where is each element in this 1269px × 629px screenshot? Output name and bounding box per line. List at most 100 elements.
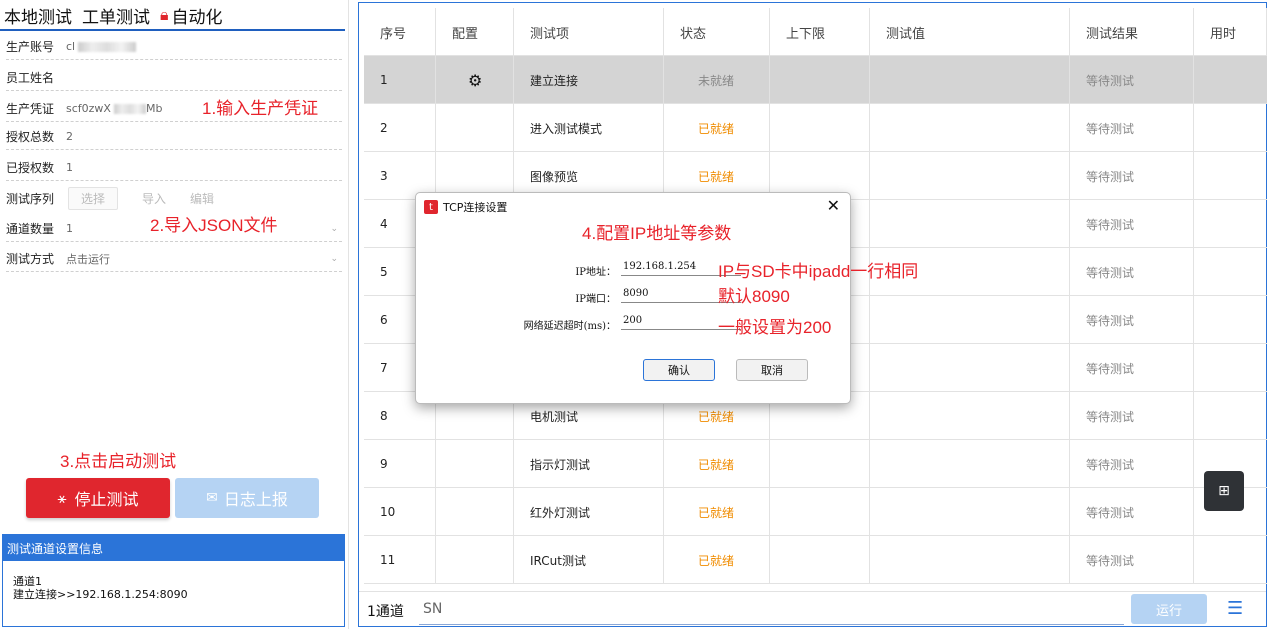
- time-cell: [1194, 104, 1267, 152]
- column-header[interactable]: 状态: [664, 8, 770, 56]
- row-number: 11: [364, 536, 436, 584]
- column-header[interactable]: 测试值: [870, 8, 1070, 56]
- chevron-down-icon[interactable]: ⌄: [330, 254, 338, 264]
- channel-label: 1通道: [367, 604, 404, 620]
- result-cell: 等待测试: [1070, 296, 1194, 344]
- tcp-settings-dialog: t TCP连接设置 ✕ 4.配置IP地址等参数 IP地址： 192.168.1.…: [415, 192, 918, 404]
- channels-select[interactable]: 1: [66, 222, 73, 235]
- select-sequence-button[interactable]: 选择: [68, 186, 119, 210]
- tab-work-order-test[interactable]: 工单测试: [82, 3, 150, 28]
- chevron-down-icon[interactable]: ⌄: [330, 224, 338, 234]
- limit-cell: [770, 56, 870, 104]
- gear-icon[interactable]: ⚙: [468, 71, 482, 90]
- authorized-row: 已授权数 1: [6, 155, 342, 181]
- bottom-bar: 1通道 SN 运行 ☰: [359, 591, 1266, 627]
- mode-label: 测试方式: [6, 252, 55, 266]
- limit-cell: [770, 488, 870, 536]
- row-number: 9: [364, 440, 436, 488]
- channel-info-line: 通道1: [13, 575, 42, 588]
- test-item: 红外灯测试: [514, 488, 664, 536]
- annotation-ip: IP与SD卡中ipadd一行相同: [718, 262, 919, 281]
- run-button[interactable]: 运行: [1131, 594, 1207, 624]
- sequence-row: 测试序列 选择 导入 编辑: [6, 185, 342, 211]
- value-cell: [870, 56, 1070, 104]
- limit-cell: [770, 536, 870, 584]
- result-cell: 等待测试: [1070, 440, 1194, 488]
- account-label: 生产账号: [6, 40, 55, 54]
- close-icon[interactable]: ✕: [827, 196, 840, 215]
- column-header[interactable]: 测试项: [514, 8, 664, 56]
- row-number: 2: [364, 104, 436, 152]
- sn-underline: [419, 624, 1124, 625]
- dialog-title: TCP连接设置: [443, 201, 508, 214]
- annotation-step4: 4.配置IP地址等参数: [582, 224, 732, 243]
- column-header[interactable]: 上下限: [770, 8, 870, 56]
- redacted-blur: [113, 104, 146, 114]
- channel-info-title: 测试通道设置信息: [3, 535, 344, 561]
- config-cell: [436, 104, 514, 152]
- mode-select[interactable]: 点击运行: [66, 251, 110, 267]
- status-cell: 未就绪: [664, 56, 770, 104]
- status-cell: 已就绪: [664, 440, 770, 488]
- value-cell: [870, 488, 1070, 536]
- edit-sequence-button[interactable]: 编辑: [190, 190, 214, 207]
- time-cell: [1194, 248, 1267, 296]
- table-row[interactable]: 9 指示灯测试 已就绪 等待测试: [364, 440, 1267, 488]
- lock-icon: 🔒︎: [160, 5, 169, 24]
- annotation-step1: 1.输入生产凭证: [202, 99, 319, 118]
- stop-test-label: 停止测试: [74, 490, 139, 509]
- result-cell: 等待测试: [1070, 536, 1194, 584]
- log-report-button[interactable]: ✉ 日志上报: [175, 478, 319, 518]
- table-row[interactable]: 11 IRCut测试 已就绪 等待测试: [364, 536, 1267, 584]
- credential-value[interactable]: scf0zwX Mb: [66, 102, 162, 115]
- redacted-blur: [78, 42, 137, 52]
- result-cell: 等待测试: [1070, 200, 1194, 248]
- channel-info-body: 通道1 建立连接>>192.168.1.254:8090: [3, 561, 344, 601]
- list-icon[interactable]: ☰: [1227, 598, 1243, 619]
- time-cell: [1194, 200, 1267, 248]
- table-row[interactable]: 1 ⚙ 建立连接 未就绪 等待测试: [364, 56, 1267, 104]
- result-cell: 等待测试: [1070, 56, 1194, 104]
- account-row[interactable]: 生产账号 cl: [6, 34, 342, 60]
- account-value[interactable]: cl: [66, 40, 137, 53]
- value-cell: [870, 104, 1070, 152]
- value-cell: [870, 392, 1070, 440]
- result-cell: 等待测试: [1070, 152, 1194, 200]
- test-item: 进入测试模式: [514, 104, 664, 152]
- import-sequence-button[interactable]: 导入: [142, 190, 166, 207]
- auth-total-row: 授权总数 2: [6, 124, 342, 150]
- ip-label: IP地址：: [575, 267, 616, 278]
- mode-tabs: 本地测试 工单测试 🔒︎ 自动化: [4, 2, 243, 28]
- tab-automation[interactable]: 🔒︎ 自动化: [160, 3, 233, 28]
- name-label: 员工姓名: [6, 71, 55, 85]
- annotation-step2: 2.导入JSON文件: [150, 216, 278, 235]
- column-header[interactable]: 用时: [1194, 8, 1267, 56]
- cancel-button[interactable]: 取消: [736, 359, 808, 381]
- timeout-label: 网络延迟超时(ms)：: [523, 321, 616, 332]
- column-header[interactable]: 序号: [364, 8, 436, 56]
- name-row[interactable]: 员工姓名: [6, 65, 342, 91]
- result-cell: 等待测试: [1070, 488, 1194, 536]
- result-cell: 等待测试: [1070, 392, 1194, 440]
- table-row[interactable]: 10 红外灯测试 已就绪 等待测试: [364, 488, 1267, 536]
- tab-local-test[interactable]: 本地测试: [4, 3, 72, 28]
- status-cell: 已就绪: [664, 536, 770, 584]
- status-cell: 已就绪: [664, 488, 770, 536]
- add-file-icon[interactable]: ⊞: [1204, 471, 1244, 511]
- value-cell: [870, 200, 1070, 248]
- column-header[interactable]: 测试结果: [1070, 8, 1194, 56]
- test-item: 建立连接: [514, 56, 664, 104]
- mode-row[interactable]: 测试方式 点击运行 ⌄: [6, 246, 342, 272]
- dialog-titlebar: t TCP连接设置: [424, 199, 507, 215]
- annotation-step3: 3.点击启动测试: [60, 452, 177, 471]
- auth-total-label: 授权总数: [6, 130, 55, 144]
- sn-input[interactable]: SN: [423, 601, 442, 617]
- column-header[interactable]: 配置: [436, 8, 514, 56]
- value-cell: [870, 440, 1070, 488]
- tab-automation-label: 自动化: [171, 7, 223, 28]
- left-panel: 本地测试 工单测试 🔒︎ 自动化 生产账号 cl 员工姓名 生产凭证 scf0z…: [0, 0, 349, 629]
- stop-test-button[interactable]: ⚹ 停止测试: [26, 478, 170, 518]
- table-row[interactable]: 2 进入测试模式 已就绪 等待测试: [364, 104, 1267, 152]
- tab-underline: [0, 29, 345, 31]
- confirm-button[interactable]: 确认: [643, 359, 715, 381]
